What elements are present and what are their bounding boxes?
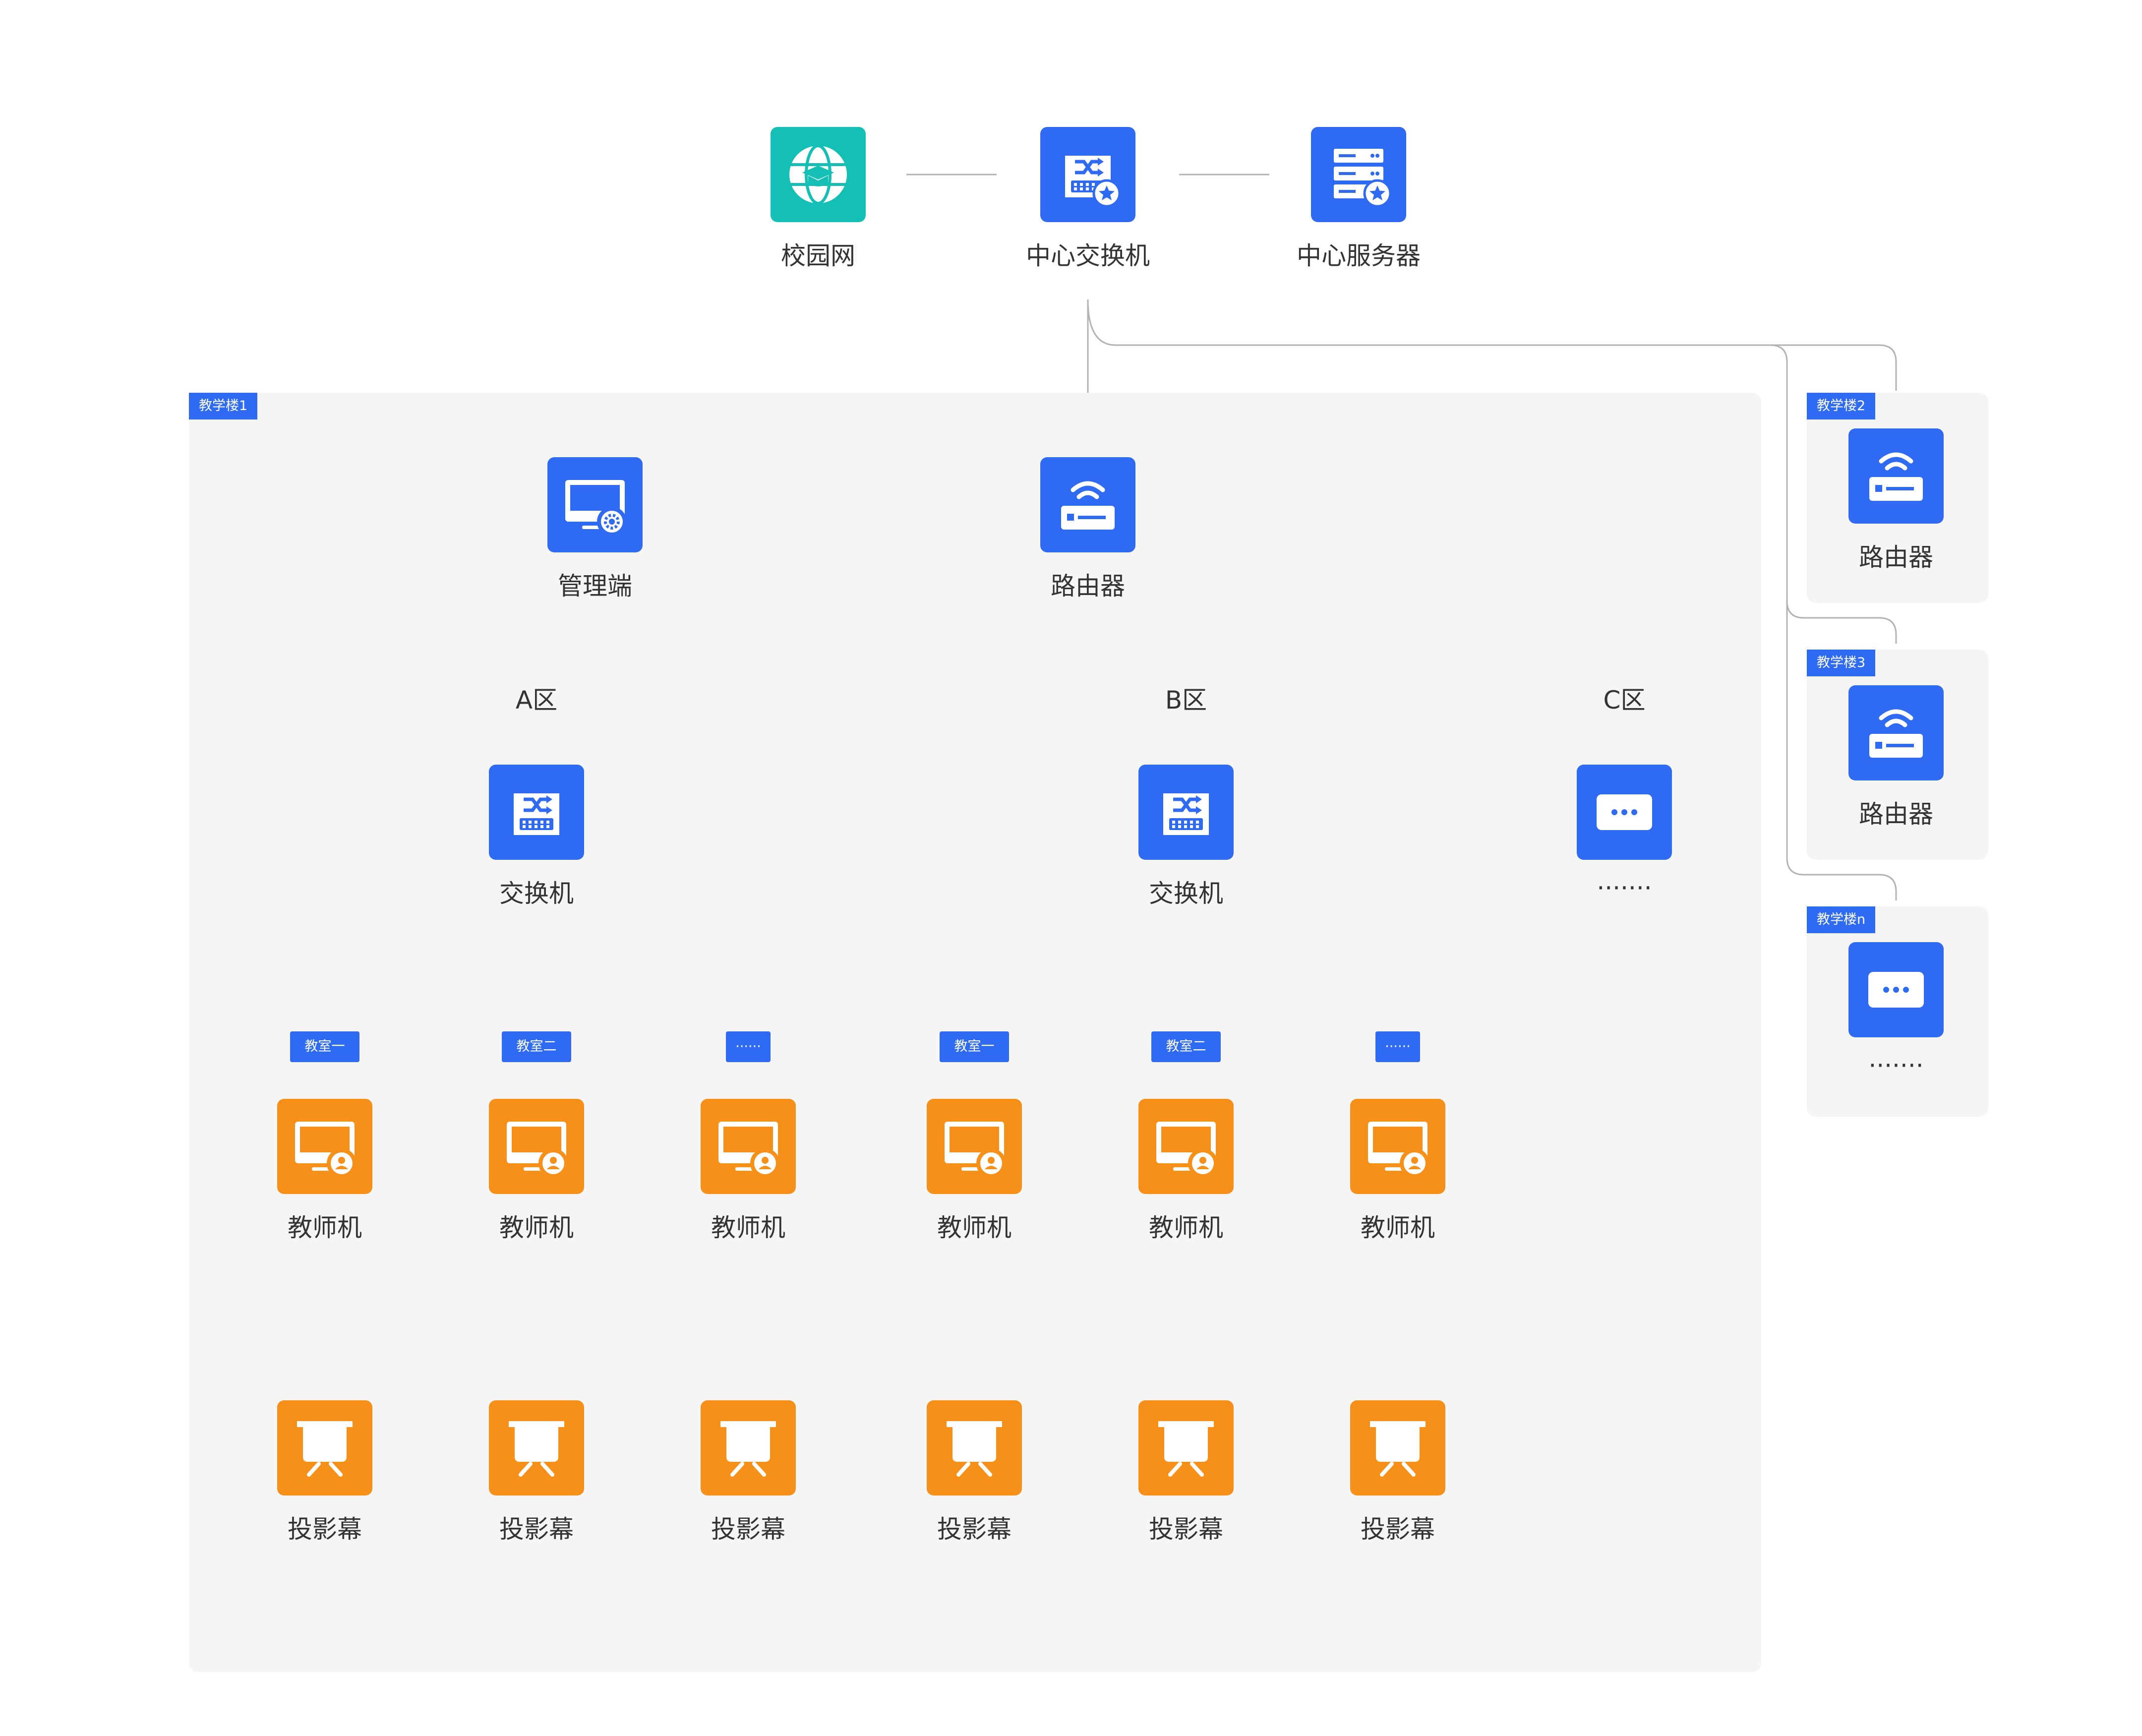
monitor-user-icon [277,1099,372,1194]
zone-c-more-label: ······· [1597,874,1652,902]
teacher-label: 教师机 [1149,1213,1223,1242]
monitor-gear-icon [547,457,643,552]
network-switch-star-icon [1040,127,1135,222]
zone-b-room-more-tag: ······ [1375,1031,1420,1062]
wifi-router-icon [1848,428,1944,524]
teacher-label: 教师机 [1361,1213,1435,1242]
screen-label: 投影幕 [937,1515,1012,1544]
server-star-icon [1311,127,1406,222]
zone-b-label: B区 [1146,684,1226,716]
projector-screen-icon [1350,1400,1445,1496]
globe-graduation-icon [771,127,866,222]
teacher-label: 教师机 [937,1213,1012,1242]
monitor-user-icon [1138,1099,1234,1194]
network-switch-icon [1138,765,1234,860]
projector-screen-icon [277,1400,372,1496]
campus-network-label: 校园网 [781,241,855,270]
more-dots-icon [1848,942,1944,1037]
building-3-label: 路由器 [1859,800,1933,829]
network-switch-icon [489,765,584,860]
zone-b-room-1-tag: 教室一 [940,1031,1009,1062]
building-2-tag: 教学楼2 [1807,393,1876,419]
center-switch-label: 中心交换机 [1026,241,1150,270]
screen-label: 投影幕 [1149,1515,1223,1544]
screen-label: 投影幕 [1361,1515,1435,1544]
teacher-label: 教师机 [499,1213,574,1242]
monitor-user-icon [927,1099,1022,1194]
center-server-label: 中心服务器 [1297,241,1421,270]
monitor-user-icon [489,1099,584,1194]
zone-b-room-2-tag: 教室二 [1151,1031,1221,1062]
building-2-label: 路由器 [1859,543,1933,572]
projector-screen-icon [701,1400,796,1496]
building-n-label: ······· [1868,1051,1924,1080]
teacher-label: 教师机 [288,1213,362,1242]
wifi-router-icon [1848,685,1944,780]
zone-a-room-1-tag: 教室一 [290,1031,359,1062]
monitor-user-icon [1350,1099,1445,1194]
router-label: 路由器 [1051,572,1125,600]
teacher-label: 教师机 [711,1213,785,1242]
building-3-tag: 教学楼3 [1807,650,1876,676]
screen-label: 投影幕 [711,1515,785,1544]
zone-a-switch-label: 交换机 [499,879,574,908]
link-to-building2 [1770,344,1897,391]
zone-a-room-2-tag: 教室二 [502,1031,571,1062]
projector-screen-icon [489,1400,584,1496]
projector-screen-icon [927,1400,1022,1496]
screen-label: 投影幕 [499,1515,574,1544]
wifi-router-icon [1040,457,1135,552]
building-1-tag: 教学楼1 [189,393,258,419]
zone-a-room-more-tag: ······ [726,1031,771,1062]
zone-a-label: A区 [497,684,576,716]
zone-b-switch-label: 交换机 [1149,879,1223,908]
zone-c-label: C区 [1585,684,1664,716]
building-n-tag: 教学楼n [1807,906,1876,933]
monitor-user-icon [701,1099,796,1194]
projector-screen-icon [1138,1400,1234,1496]
more-dots-icon [1577,765,1672,860]
admin-label: 管理端 [558,572,632,600]
screen-label: 投影幕 [288,1515,362,1544]
